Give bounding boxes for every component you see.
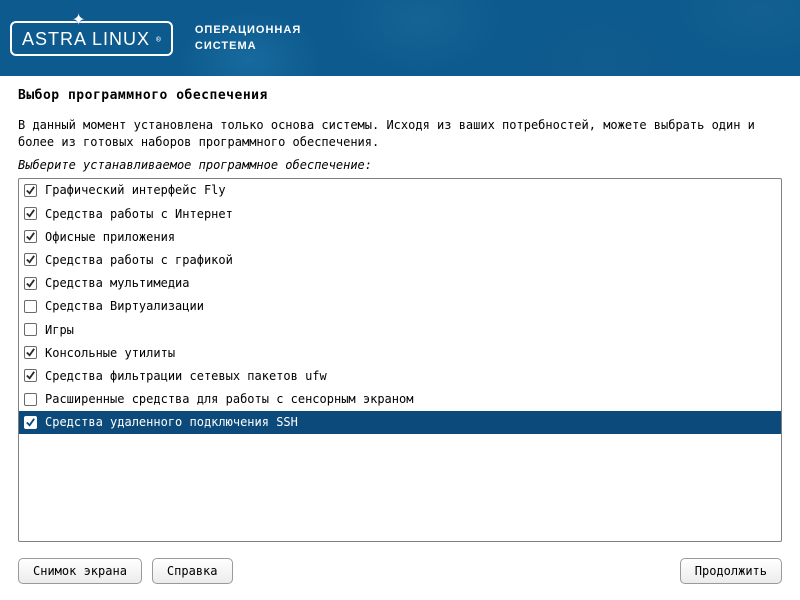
logo-text: ASTRA LINUX (22, 29, 150, 50)
checkbox[interactable] (24, 416, 37, 429)
spacer (243, 558, 670, 584)
software-item[interactable]: Графический интерфейс Fly (19, 179, 781, 202)
button-bar: Снимок экрана Справка Продолжить (0, 548, 800, 600)
main-panel: Выбор программного обеспечения В данный … (0, 76, 800, 542)
checkbox[interactable] (24, 393, 37, 406)
checkbox[interactable] (24, 253, 37, 266)
software-item[interactable]: Средства мультимедиа (19, 272, 781, 295)
software-list[interactable]: Графический интерфейс Fly Средства работы… (18, 178, 782, 542)
subtitle-line2: СИСТЕМА (195, 38, 301, 55)
prompt-text: Выберите устанавливаемое программное обе… (18, 158, 782, 172)
software-item-label: Графический интерфейс Fly (45, 183, 226, 197)
description-text: В данный момент установлена только основ… (18, 117, 782, 152)
checkbox[interactable] (24, 184, 37, 197)
software-item[interactable]: Средства удаленного подключения SSH (19, 411, 781, 434)
software-item-label: Средства мультимедиа (45, 276, 190, 290)
software-item[interactable]: Средства Виртуализации (19, 295, 781, 318)
continue-button[interactable]: Продолжить (680, 558, 782, 584)
software-item[interactable]: Средства работы с графикой (19, 248, 781, 271)
logo: ✦ ASTRA LINUX® (10, 21, 173, 56)
checkbox[interactable] (24, 207, 37, 220)
checkbox[interactable] (24, 369, 37, 382)
software-item-label: Средства удаленного подключения SSH (45, 415, 298, 429)
checkbox[interactable] (24, 323, 37, 336)
checkbox[interactable] (24, 277, 37, 290)
software-item-label: Консольные утилиты (45, 346, 175, 360)
star-icon: ✦ (72, 8, 85, 30)
software-item[interactable]: Средства работы с Интернет (19, 202, 781, 225)
header-subtitle: ОПЕРАЦИОННАЯ СИСТЕМА (195, 22, 301, 55)
software-item-label: Средства работы с графикой (45, 253, 233, 267)
software-item-label: Средства Виртуализации (45, 299, 204, 313)
registered-symbol: ® (156, 35, 161, 44)
software-item-label: Средства фильтрации сетевых пакетов ufw (45, 369, 327, 383)
page-title: Выбор программного обеспечения (18, 88, 782, 103)
software-item[interactable]: Расширенные средства для работы с сенсор… (19, 387, 781, 410)
checkbox[interactable] (24, 230, 37, 243)
checkbox[interactable] (24, 300, 37, 313)
software-item[interactable]: Консольные утилиты (19, 341, 781, 364)
software-item-label: Офисные приложения (45, 230, 175, 244)
checkbox[interactable] (24, 346, 37, 359)
software-item-label: Игры (45, 323, 74, 337)
subtitle-line1: ОПЕРАЦИОННАЯ (195, 22, 301, 39)
installer-header: ✦ ASTRA LINUX ® ОПЕРАЦИОННАЯ СИСТЕМА (0, 0, 800, 76)
software-item-label: Средства работы с Интернет (45, 207, 233, 221)
software-item[interactable]: Игры (19, 318, 781, 341)
software-item[interactable]: Офисные приложения (19, 225, 781, 248)
screenshot-button[interactable]: Снимок экрана (18, 558, 142, 584)
software-item[interactable]: Средства фильтрации сетевых пакетов ufw (19, 364, 781, 387)
software-item-label: Расширенные средства для работы с сенсор… (45, 392, 413, 406)
help-button[interactable]: Справка (152, 558, 233, 584)
